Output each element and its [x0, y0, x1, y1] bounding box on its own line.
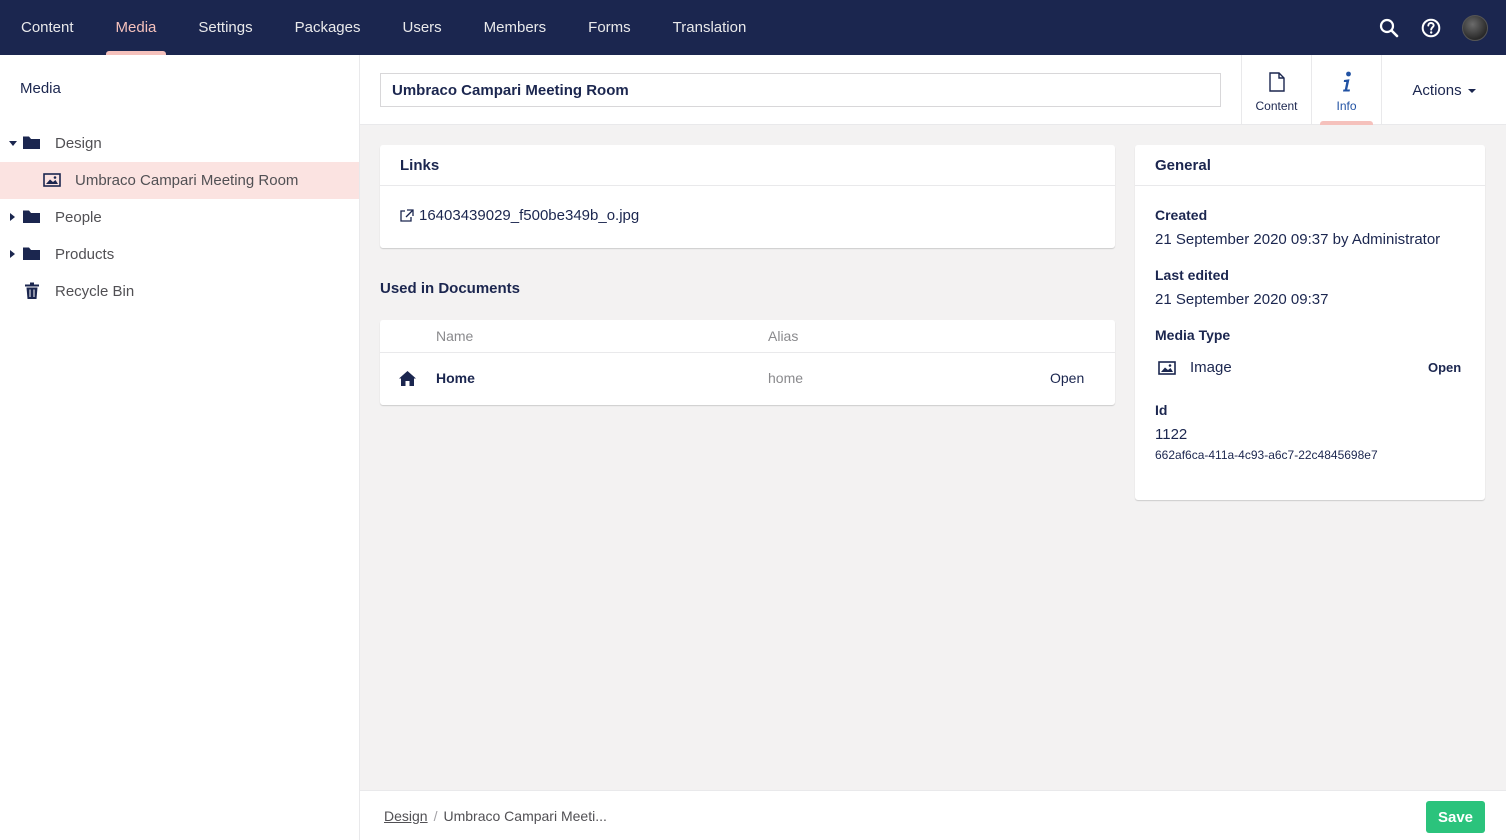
top-navigation: Content Media Settings Packages Users Me… [0, 0, 1506, 55]
tree-item-label: Products [55, 246, 115, 263]
table-header: Name Alias [380, 320, 1115, 353]
caret-right-icon[interactable] [10, 250, 15, 258]
used-in-documents-title: Used in Documents [380, 280, 521, 297]
id-label: Id [1155, 402, 1168, 418]
media-tree: Design Umbraco Campari Meeting Room Peop… [0, 125, 359, 310]
tree-item-people[interactable]: People [0, 199, 359, 236]
general-title: General [1135, 145, 1485, 186]
save-button[interactable]: Save [1426, 801, 1485, 833]
editor-footer: Design / Umbraco Campari Meeti... Save [360, 790, 1506, 840]
tree-item-products[interactable]: Products [0, 236, 359, 273]
nav-members[interactable]: Members [463, 0, 568, 55]
caret-down-icon[interactable] [9, 141, 17, 146]
tree-item-umbraco-campari-meeting-room[interactable]: Umbraco Campari Meeting Room [0, 162, 359, 199]
sidebar-title: Media [20, 80, 61, 97]
caret-down-icon [1467, 89, 1476, 93]
media-name-input[interactable] [380, 73, 1221, 107]
caret-right-icon[interactable] [10, 213, 15, 221]
external-link-icon [400, 209, 414, 222]
links-title: Links [380, 145, 1115, 186]
folder-icon [23, 246, 41, 262]
breadcrumb: Design / Umbraco Campari Meeti... [384, 808, 607, 824]
tab-content[interactable]: Content [1241, 55, 1311, 125]
actions-dropdown[interactable]: Actions [1381, 55, 1506, 125]
tab-label: Info [1336, 99, 1357, 113]
used-in-documents-table: Name Alias Home home Open [380, 320, 1115, 405]
row-open-link[interactable]: Open [1050, 370, 1084, 386]
media-type-open-link[interactable]: Open [1428, 360, 1461, 375]
guid-value: 662af6ca-411a-4c93-a6c7-22c4845698e7 [1155, 448, 1378, 462]
nav-users[interactable]: Users [381, 0, 462, 55]
image-icon [1158, 361, 1176, 380]
tree-item-label: People [55, 209, 102, 226]
nav-settings[interactable]: Settings [177, 0, 273, 55]
search-icon[interactable] [1378, 17, 1400, 39]
created-value: 21 September 2020 09:37 by Administrator [1155, 231, 1441, 248]
media-tree-sidebar: Media Design Umbraco Campari Meeting Roo… [0, 55, 360, 840]
tab-label: Content [1255, 99, 1298, 113]
tree-item-label: Umbraco Campari Meeting Room [75, 172, 299, 189]
table-row[interactable]: Home home Open [380, 353, 1115, 405]
file-link-label: 16403439029_f500be349b_o.jpg [419, 207, 640, 224]
breadcrumb-current: Umbraco Campari Meeti... [443, 808, 607, 824]
created-label: Created [1155, 207, 1208, 223]
row-name[interactable]: Home [436, 370, 475, 386]
id-value: 1122 [1155, 426, 1188, 443]
image-icon [43, 173, 61, 189]
trash-icon [24, 282, 42, 299]
breadcrumb-design[interactable]: Design [384, 808, 428, 824]
tree-item-design[interactable]: Design [0, 125, 359, 162]
folder-icon [23, 209, 41, 225]
column-name: Name [436, 328, 474, 344]
nav-content[interactable]: Content [0, 0, 95, 55]
row-alias: home [768, 370, 804, 386]
info-icon [1341, 71, 1353, 93]
media-type-label: Media Type [1155, 327, 1231, 343]
home-icon [398, 370, 417, 390]
folder-icon [23, 135, 41, 151]
tree-item-label: Design [55, 135, 102, 152]
nav-forms[interactable]: Forms [567, 0, 652, 55]
section-nav: Content Media Settings Packages Users Me… [0, 0, 767, 55]
file-link[interactable]: 16403439029_f500be349b_o.jpg [400, 207, 639, 224]
links-panel: Links 16403439029_f500be349b_o.jpg [380, 145, 1115, 248]
last-edited-label: Last edited [1155, 267, 1229, 283]
general-panel: General Created 21 September 2020 09:37 … [1135, 145, 1485, 500]
actions-label: Actions [1412, 81, 1462, 99]
user-avatar[interactable] [1462, 14, 1488, 41]
header-tools [1378, 0, 1488, 55]
media-type-value: Image [1190, 359, 1232, 376]
document-icon [1268, 71, 1285, 93]
tree-item-label: Recycle Bin [55, 283, 135, 300]
nav-media[interactable]: Media [95, 0, 178, 55]
last-edited-value: 21 September 2020 09:37 [1155, 291, 1329, 308]
tree-item-recycle-bin[interactable]: Recycle Bin [0, 273, 359, 310]
column-alias: Alias [768, 328, 799, 344]
breadcrumb-separator: / [433, 808, 438, 824]
nav-translation[interactable]: Translation [652, 0, 768, 55]
editor-header: Content Info Actions [360, 55, 1506, 125]
tab-info[interactable]: Info [1311, 55, 1381, 125]
nav-packages[interactable]: Packages [274, 0, 382, 55]
help-icon[interactable] [1420, 17, 1442, 39]
